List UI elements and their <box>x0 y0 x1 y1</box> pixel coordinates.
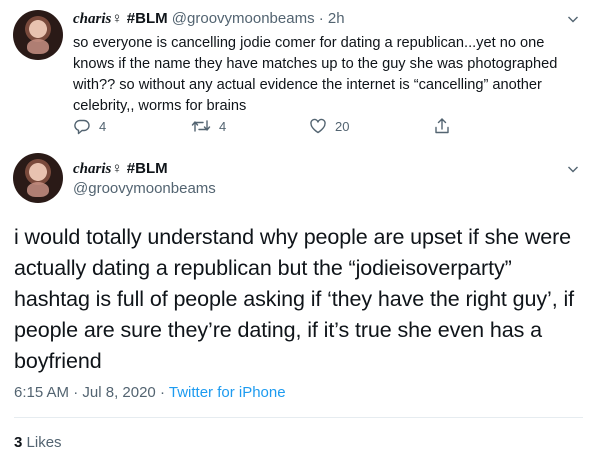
tweet-text: so everyone is cancelling jodie comer fo… <box>73 35 558 114</box>
avatar[interactable] <box>13 153 63 203</box>
chevron-down-icon <box>568 166 578 173</box>
tweet-header: charis♀ #BLM <box>73 160 168 178</box>
tweet-text: i would totally understand why people ar… <box>14 225 575 373</box>
separator: · <box>159 384 165 401</box>
chevron-down-icon <box>568 16 578 23</box>
more-options-button[interactable] <box>567 163 579 175</box>
tweet-actions: 4 4 20 <box>73 117 513 137</box>
user-handle[interactable]: @groovymoonbeams <box>73 180 216 197</box>
user-handle[interactable]: @groovymoonbeams <box>172 10 315 27</box>
avatar[interactable] <box>13 10 63 60</box>
separator: · <box>318 10 324 27</box>
display-name[interactable]: charis <box>73 11 111 27</box>
tweet-reply-context[interactable]: charis♀ #BLM @groovymoonbeams · 2h so ev… <box>0 0 597 146</box>
reply-button[interactable]: 4 <box>73 117 106 135</box>
name-tag: #BLM <box>126 10 168 27</box>
share-icon <box>435 118 449 134</box>
like-button[interactable]: 20 <box>309 117 349 135</box>
separator: · <box>73 384 79 401</box>
name-emoji: ♀ <box>111 161 123 177</box>
retweet-count: 4 <box>219 118 227 134</box>
retweet-icon <box>191 120 211 132</box>
retweet-button[interactable]: 4 <box>191 117 226 135</box>
reply-count: 4 <box>99 118 107 134</box>
like-count: 20 <box>335 118 350 134</box>
display-name[interactable]: charis <box>73 161 111 177</box>
share-button[interactable] <box>433 117 459 135</box>
like-icon <box>310 118 326 134</box>
tweet-time[interactable]: 6:15 AM <box>14 384 69 401</box>
divider <box>14 417 583 418</box>
tweet-time[interactable]: 2h <box>328 10 345 27</box>
reply-icon <box>74 119 90 135</box>
likes-summary[interactable]: 3 Likes <box>14 434 62 451</box>
likes-label: Likes <box>26 434 62 451</box>
tweet-source[interactable]: Twitter for iPhone <box>169 384 286 401</box>
tweet-meta: 6:15 AM · Jul 8, 2020 · Twitter for iPho… <box>14 384 286 401</box>
likes-count: 3 <box>14 434 23 451</box>
tweet-date[interactable]: Jul 8, 2020 <box>82 384 155 401</box>
name-emoji: ♀ <box>111 11 123 27</box>
name-tag: #BLM <box>126 160 168 177</box>
more-options-button[interactable] <box>567 13 579 25</box>
tweet-header: charis♀ #BLM @groovymoonbeams · 2h <box>73 10 345 28</box>
